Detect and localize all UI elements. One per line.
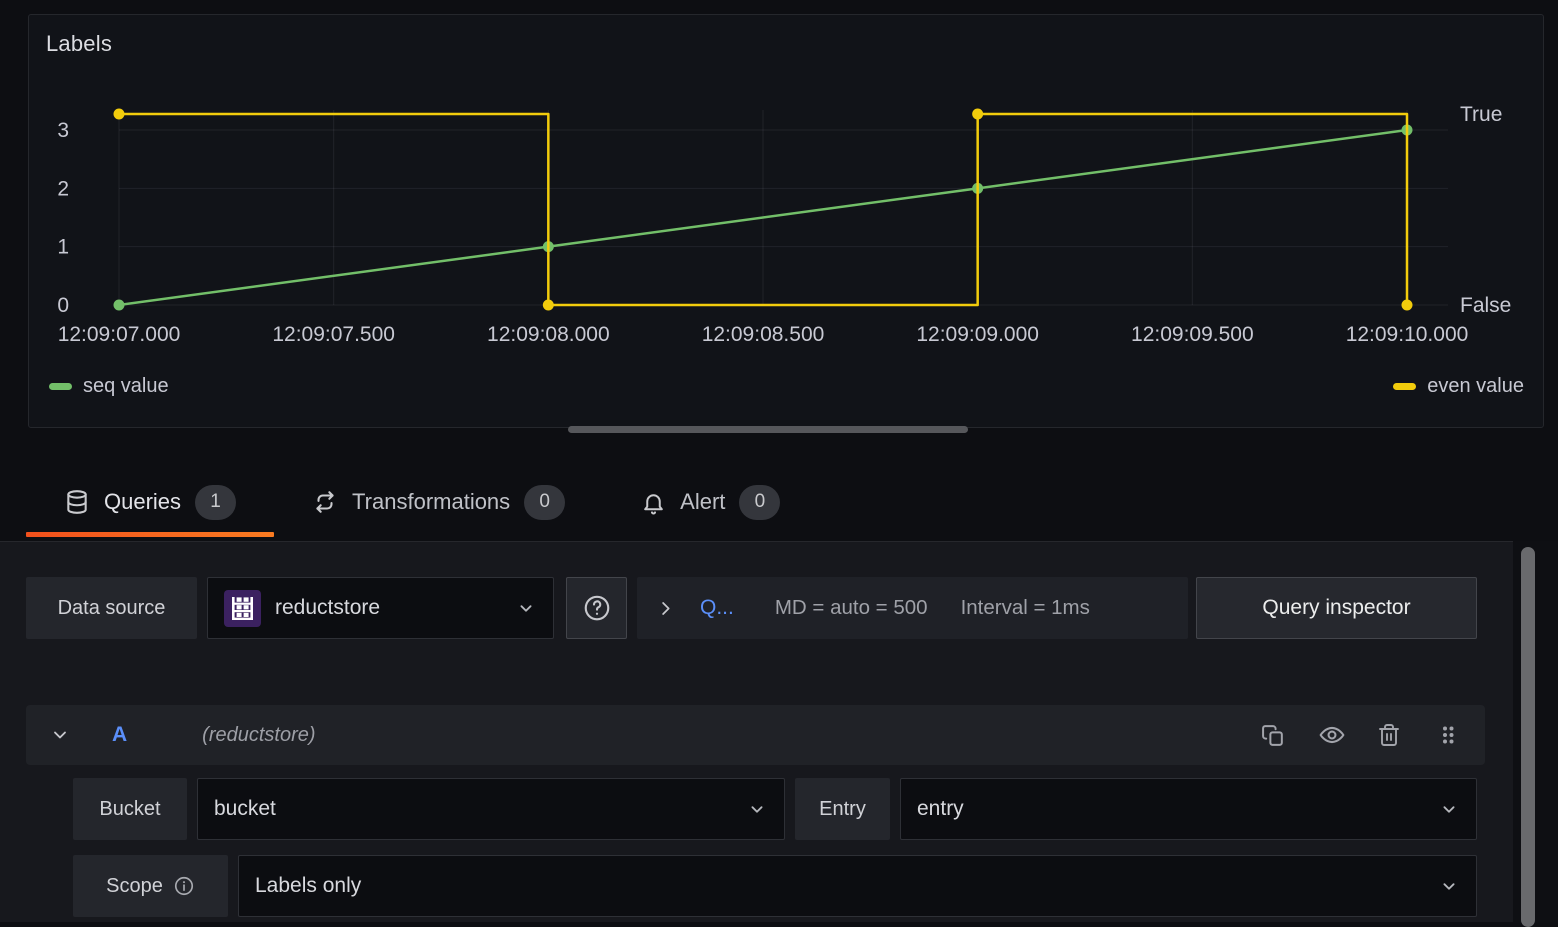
grip-dots-icon <box>1436 723 1460 747</box>
tab-alert-count: 0 <box>739 485 780 520</box>
entry-select[interactable]: entry <box>900 778 1477 840</box>
svg-text:12:09:09.000: 12:09:09.000 <box>916 323 1039 346</box>
svg-text:False: False <box>1460 294 1511 317</box>
tab-queries-label: Queries <box>104 489 181 515</box>
scope-label: Scope <box>73 855 228 917</box>
svg-text:0: 0 <box>57 294 69 317</box>
svg-text:12:09:09.500: 12:09:09.500 <box>1131 323 1254 346</box>
query-row-header[interactable]: A (reductstore) <box>26 705 1485 765</box>
duplicate-query-button[interactable] <box>1261 723 1286 748</box>
query-inspector-button[interactable]: Query inspector <box>1196 577 1477 639</box>
question-circle-icon <box>582 593 612 623</box>
query-datasource-hint: (reductstore) <box>202 724 315 747</box>
datasource-picker[interactable]: reductstore <box>207 577 554 639</box>
query-options-toggle[interactable] <box>656 599 675 618</box>
interval-text: Interval = 1ms <box>961 596 1090 620</box>
query-ref-id: A <box>112 723 127 747</box>
query-inspector-label: Query inspector <box>1262 596 1410 620</box>
scope-select[interactable]: Labels only <box>238 855 1477 917</box>
entry-label: Entry <box>795 778 890 840</box>
scrollbar-track <box>1513 541 1558 922</box>
tab-alert[interactable]: Alert 0 <box>603 467 818 537</box>
svg-text:12:09:08.000: 12:09:08.000 <box>487 323 610 346</box>
datasource-value: reductstore <box>275 596 380 620</box>
svg-text:12:09:07.000: 12:09:07.000 <box>58 323 181 346</box>
legend-swatch-even-value <box>1393 383 1416 390</box>
chevron-down-icon <box>1438 875 1460 897</box>
drag-query-handle[interactable] <box>1436 723 1460 747</box>
datasource-help-button[interactable] <box>566 577 627 639</box>
legend-item-even-value[interactable]: even value <box>1393 375 1524 398</box>
query-options-label[interactable]: Q... <box>700 596 734 620</box>
bucket-label-text: Bucket <box>99 798 160 821</box>
query-editor-section: Data source reductstore Q... MD = auto =… <box>0 541 1513 922</box>
entry-value: entry <box>917 797 964 821</box>
tab-transformations-label: Transformations <box>352 489 510 515</box>
scrollbar-thumb[interactable] <box>1521 547 1535 927</box>
bucket-label: Bucket <box>73 778 187 840</box>
chevron-down-icon <box>50 725 70 745</box>
remove-query-button[interactable] <box>1377 723 1401 747</box>
svg-text:2: 2 <box>57 177 69 200</box>
database-icon <box>64 489 90 515</box>
transform-icon <box>312 489 338 515</box>
eye-icon <box>1319 722 1345 748</box>
trash-icon <box>1377 723 1401 747</box>
bucket-value: bucket <box>214 797 276 821</box>
legend-label-seq-value: seq value <box>83 375 169 398</box>
panel-title: Labels <box>46 31 112 57</box>
svg-text:3: 3 <box>57 119 69 142</box>
query-collapse-button[interactable] <box>50 725 70 745</box>
chart-legend: seq value even value <box>49 375 1524 398</box>
tab-transformations-count: 0 <box>524 485 565 520</box>
scope-label-text: Scope <box>106 875 163 898</box>
bell-icon <box>641 490 666 515</box>
info-circle-icon[interactable] <box>173 875 195 897</box>
datasource-label-text: Data source <box>58 597 166 620</box>
copy-icon <box>1261 723 1286 748</box>
svg-text:12:09:08.500: 12:09:08.500 <box>702 323 825 346</box>
legend-label-even-value: even value <box>1427 375 1524 398</box>
editor-tabbar: Queries 1 Transformations 0 Alert 0 <box>0 467 1558 537</box>
chevron-down-icon <box>515 597 537 619</box>
legend-item-seq-value[interactable]: seq value <box>49 375 169 398</box>
datasource-label: Data source <box>26 577 197 639</box>
tab-alert-label: Alert <box>680 489 725 515</box>
hide-query-button[interactable] <box>1319 722 1345 748</box>
chevron-right-icon <box>656 599 675 618</box>
chevron-down-icon <box>1438 798 1460 820</box>
max-data-points-text: MD = auto = 500 <box>775 596 928 620</box>
labels-chart: 0 1 2 3 12:09:07.000 12:09:07.500 12:09:08.000… <box>29 15 1544 428</box>
tab-queries-count: 1 <box>195 485 236 520</box>
chevron-down-icon <box>746 798 768 820</box>
query-options-row: Q... MD = auto = 500 Interval = 1ms <box>637 577 1188 639</box>
svg-text:12:09:10.000: 12:09:10.000 <box>1346 323 1469 346</box>
entry-label-text: Entry <box>819 798 866 821</box>
tab-transformations[interactable]: Transformations 0 <box>274 467 603 537</box>
bucket-select[interactable]: bucket <box>197 778 785 840</box>
legend-swatch-seq-value <box>49 383 72 390</box>
svg-text:True: True <box>1460 103 1502 126</box>
svg-text:12:09:07.500: 12:09:07.500 <box>272 323 395 346</box>
reductstore-logo-icon <box>224 590 261 627</box>
pane-resize-handle[interactable] <box>568 426 968 433</box>
labels-panel: 0 1 2 3 12:09:07.000 12:09:07.500 12:09:08.000… <box>28 14 1544 428</box>
scope-value: Labels only <box>255 874 361 898</box>
svg-text:1: 1 <box>57 236 69 259</box>
tab-queries[interactable]: Queries 1 <box>26 467 274 537</box>
